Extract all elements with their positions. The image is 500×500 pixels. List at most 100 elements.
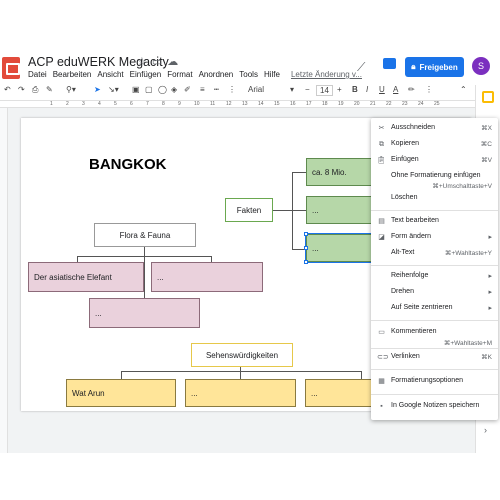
ruler-tick: 25: [434, 101, 440, 107]
more-icon[interactable]: ⋮: [228, 85, 236, 94]
comment-history-icon[interactable]: [383, 58, 396, 69]
cloud-status-icon[interactable]: ☁: [167, 56, 183, 68]
menu-item-label: Ausschneiden: [391, 124, 435, 131]
menu-item-alt-text[interactable]: Alt-Text ⌘+Wahltaste+Y: [371, 247, 498, 261]
select-cursor-icon[interactable]: ➤: [94, 85, 101, 94]
line-tool-icon[interactable]: ↘▾: [108, 85, 119, 94]
share-button[interactable]: 🔒︎ Freigeben: [405, 57, 464, 77]
textbox-tool-icon[interactable]: ▢: [145, 85, 153, 94]
submenu-arrow-icon: ▸: [488, 273, 492, 280]
menu-format[interactable]: Format: [167, 70, 192, 79]
shape-tool-icon[interactable]: ◯: [158, 85, 167, 94]
connector-line: [144, 256, 145, 298]
shapes-icon: ◪: [378, 234, 385, 241]
keep-icon[interactable]: [482, 91, 494, 103]
menu-hilfe[interactable]: Hilfe: [264, 70, 280, 79]
underline-button[interactable]: U: [379, 85, 385, 94]
slide-heading[interactable]: BANGKOK: [89, 156, 167, 173]
ruler-tick: 12: [226, 101, 232, 107]
menu-bearbeiten[interactable]: Bearbeiten: [53, 70, 92, 79]
ruler-tick: 21: [370, 101, 376, 107]
move-folder-icon[interactable]: ▭: [152, 56, 167, 68]
menu-item-format-options[interactable]: ▦ Formatierungsoptionen: [371, 375, 498, 389]
paint-format-icon[interactable]: ✎: [46, 85, 53, 94]
flora-item-2[interactable]: ...: [151, 262, 263, 292]
connector-line: [292, 172, 293, 250]
sights-item-1[interactable]: Wat Arun: [66, 379, 176, 407]
menu-tools[interactable]: Tools: [239, 70, 258, 79]
scissors-icon: ✂: [378, 125, 385, 132]
ruler-tick: 11: [210, 101, 216, 107]
border-dash-icon[interactable]: ┅: [214, 85, 219, 94]
menu-item-cut[interactable]: ✂ Ausschneiden ⌘X: [371, 122, 498, 136]
font-size-input[interactable]: 14: [316, 85, 333, 96]
menu-item-keep[interactable]: ▪ In Google Notizen speichern: [371, 400, 498, 414]
copy-icon: ⧉: [379, 141, 384, 148]
format-options-icon: ▦: [378, 378, 385, 385]
last-edit-link[interactable]: Letzte Änderung v...: [291, 70, 362, 79]
connector-line: [361, 371, 362, 379]
ruler-tick: 2: [66, 101, 69, 107]
fill-color-icon[interactable]: ◈: [171, 85, 177, 94]
font-size-increase[interactable]: +: [337, 85, 342, 94]
menu-item-shortcut: ⌘V: [481, 157, 492, 164]
menu-anordnen[interactable]: Anordnen: [199, 70, 234, 79]
menu-datei[interactable]: Datei: [28, 70, 47, 79]
menu-item-label: Formatierungsoptionen: [391, 377, 463, 384]
menu-item-copy[interactable]: ⧉ Kopieren ⌘C: [371, 138, 498, 152]
user-avatar[interactable]: S: [472, 57, 490, 75]
menu-separator: [371, 369, 498, 370]
menu-item-shortcut: ⌘+Umschalttaste+V: [432, 183, 492, 190]
menu-item-link[interactable]: ⊂⊃ Verlinken ⌘K: [371, 351, 498, 365]
flora-item-3[interactable]: ...: [89, 298, 200, 328]
bold-button[interactable]: B: [352, 85, 358, 94]
menu-item-comment[interactable]: ▭ Kommentieren: [371, 326, 498, 340]
font-size-decrease[interactable]: −: [305, 85, 310, 94]
flora-box[interactable]: Flora & Fauna: [94, 223, 196, 247]
border-weight-icon[interactable]: ≡: [200, 85, 205, 94]
ruler-tick: 19: [338, 101, 344, 107]
sights-box[interactable]: Sehenswürdigkeiten: [191, 343, 293, 367]
menu-item-change-shape[interactable]: ◪ Form ändern ▸: [371, 231, 498, 245]
text-color-button[interactable]: A: [393, 85, 398, 94]
menu-ansicht[interactable]: Ansicht: [97, 70, 123, 79]
menu-item-center[interactable]: Auf Seite zentrieren ▸: [371, 302, 498, 316]
undo-icon[interactable]: ↶: [4, 85, 11, 94]
selection-handle[interactable]: [304, 232, 308, 236]
expand-panel-icon[interactable]: ›: [484, 425, 487, 435]
font-dropdown-icon[interactable]: ▾: [290, 85, 294, 94]
zoom-icon[interactable]: ⚲▾: [66, 85, 76, 94]
toolbar-more-icon[interactable]: ⋮: [425, 85, 433, 94]
ruler-tick: 9: [178, 101, 181, 107]
ruler-tick: 5: [114, 101, 117, 107]
collapse-toolbar-icon[interactable]: ⌃: [460, 85, 467, 94]
ruler-tick: 7: [146, 101, 149, 107]
print-icon[interactable]: ⎙: [32, 85, 38, 95]
redo-icon[interactable]: ↷: [18, 85, 25, 94]
menu-item-delete[interactable]: Löschen: [371, 192, 498, 206]
menu-item-label: Löschen: [391, 194, 418, 201]
selection-handle[interactable]: [304, 246, 308, 250]
image-tool-icon[interactable]: ▣: [132, 85, 140, 94]
clipboard-icon: 📋︎: [377, 157, 386, 164]
menu-item-order[interactable]: Reihenfolge ▸: [371, 270, 498, 284]
fakten-box[interactable]: Fakten: [225, 198, 273, 222]
menu-item-rotate[interactable]: Drehen ▸: [371, 286, 498, 300]
menu-item-paste[interactable]: 📋︎ Einfügen ⌘V: [371, 154, 498, 168]
selection-handle[interactable]: [304, 260, 308, 264]
border-color-icon[interactable]: ✐: [184, 85, 191, 94]
slides-logo-icon[interactable]: [2, 57, 20, 79]
highlight-icon[interactable]: ✏: [408, 85, 415, 94]
italic-button[interactable]: I: [366, 85, 368, 94]
menu-einfuegen[interactable]: Einfügen: [130, 70, 162, 79]
font-select[interactable]: Arial: [248, 85, 264, 94]
menu-item-shortcut: ⌘+Wahltaste+M: [443, 340, 492, 347]
menu-item-edit-text[interactable]: ▤ Text bearbeiten: [371, 215, 498, 229]
star-icon[interactable]: ☆: [137, 56, 152, 68]
sights-item-2[interactable]: ...: [185, 379, 296, 407]
activity-trend-icon[interactable]: ⟋: [357, 60, 365, 75]
flora-item-1[interactable]: Der asiatische Elefant: [28, 262, 144, 292]
connector-line: [292, 210, 307, 211]
ruler-tick: 22: [386, 101, 392, 107]
menu-separator: [371, 210, 498, 211]
